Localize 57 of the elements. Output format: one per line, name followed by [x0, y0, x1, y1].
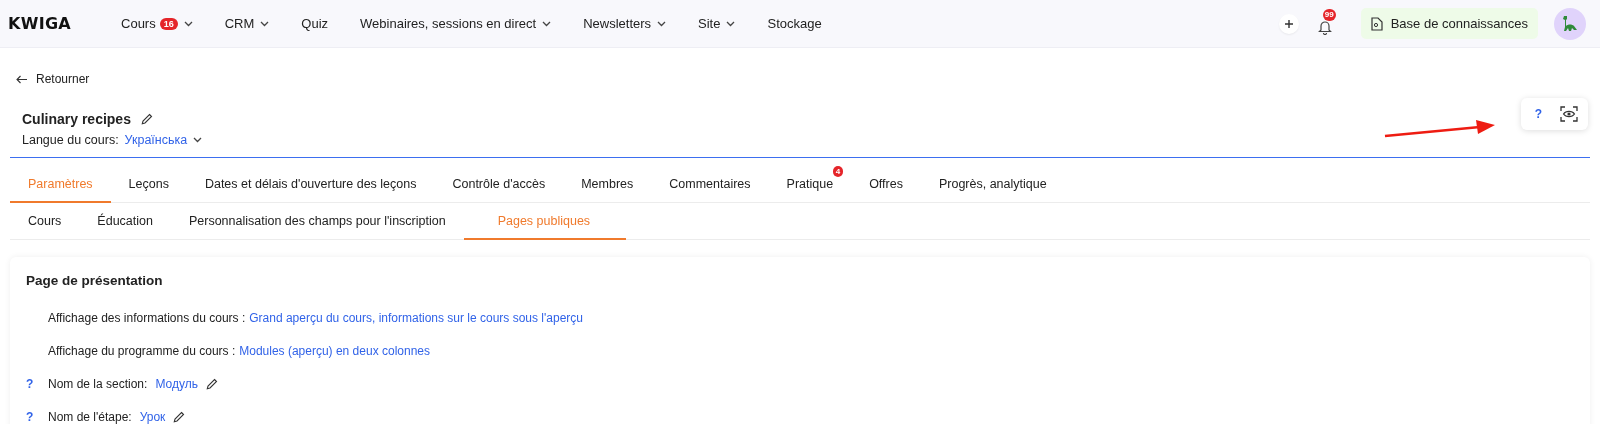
- help-button[interactable]: ?: [1534, 107, 1542, 121]
- chevron-down-icon: [657, 20, 667, 27]
- plus-icon: [1283, 18, 1294, 29]
- field-label: Affichage des informations du cours :: [48, 311, 246, 325]
- language-label: Langue du cours:: [22, 132, 119, 147]
- tab[interactable]: Commentaires: [651, 157, 769, 203]
- nav-link[interactable]: Newsletters: [583, 16, 667, 31]
- chevron-down-icon: [193, 136, 203, 143]
- pencil-icon[interactable]: [140, 112, 153, 125]
- chevron-down-icon: [260, 20, 270, 27]
- language-dropdown[interactable]: Українська: [124, 132, 203, 147]
- tab[interactable]: Membres: [563, 157, 652, 203]
- tab[interactable]: Progrès, analytique: [920, 157, 1065, 203]
- avatar[interactable]: [1554, 7, 1586, 40]
- tab[interactable]: Contrôle d'accès: [434, 157, 564, 203]
- nav-link[interactable]: Cours 16: [121, 16, 193, 31]
- eye-icon[interactable]: [1560, 106, 1578, 122]
- count-badge: 16: [159, 17, 178, 30]
- editable-value[interactable]: Модуль: [155, 377, 198, 391]
- course-title: Culinary recipes: [22, 110, 131, 127]
- subtab[interactable]: Personnalisation des champs pour l'inscription: [170, 202, 464, 240]
- tab[interactable]: Dates et délais d'ouverture des leçons: [186, 157, 435, 203]
- setting-link[interactable]: Grand aperçu du cours, informations sur le cours sous l'aperçu: [249, 311, 584, 325]
- field-label: Nom de l'étape:: [48, 410, 132, 424]
- nav-link[interactable]: Site: [698, 16, 736, 31]
- pencil-icon[interactable]: [173, 411, 186, 423]
- notifications-button[interactable]: 99: [1310, 8, 1339, 39]
- tab[interactable]: Pratique 4: [768, 157, 852, 203]
- nav-link[interactable]: CRM: [224, 16, 270, 31]
- subtab[interactable]: Éducation: [79, 202, 171, 240]
- help-button[interactable]: ?: [26, 377, 44, 391]
- add-button[interactable]: [1278, 13, 1299, 34]
- subtab[interactable]: Cours: [10, 202, 80, 240]
- pencil-icon[interactable]: [205, 378, 218, 390]
- nav-link[interactable]: Quiz: [301, 16, 329, 31]
- nav-link[interactable]: Stockage: [767, 16, 822, 31]
- notification-badge: 99: [1322, 8, 1336, 21]
- document-icon: [1370, 16, 1383, 31]
- setting-link[interactable]: Modules (aperçu) en deux colonnes: [239, 344, 430, 358]
- help-button[interactable]: ?: [26, 410, 44, 424]
- editable-value[interactable]: Урок: [139, 410, 166, 424]
- section-title: Page de présentation: [26, 272, 164, 288]
- dinosaur-icon: [1560, 13, 1580, 34]
- back-link[interactable]: Retourner: [16, 72, 90, 86]
- chevron-down-icon: [542, 20, 552, 27]
- logo[interactable]: KWIGA: [8, 14, 71, 33]
- arrow-left-icon: [16, 74, 28, 84]
- bell-icon: [1317, 19, 1332, 35]
- nav-link[interactable]: Webinaires, sessions en direct: [360, 16, 552, 31]
- chevron-down-icon: [726, 20, 736, 27]
- count-badge: 4: [832, 165, 844, 177]
- chevron-down-icon: [183, 20, 193, 27]
- field-label: Nom de la section:: [48, 377, 148, 391]
- tab[interactable]: Leçons: [110, 157, 187, 203]
- knowledge-base-button[interactable]: Base de connaissances: [1360, 8, 1538, 39]
- field-label: Affichage du programme du cours :: [48, 344, 236, 358]
- tab[interactable]: Offres: [851, 157, 921, 203]
